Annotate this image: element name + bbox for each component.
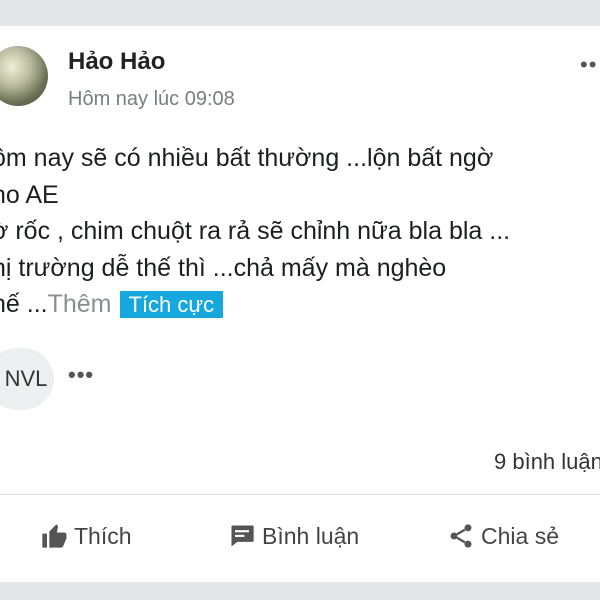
comment-icon [231,525,254,547]
tag-chip[interactable]: NVL [0,348,54,410]
comment-button[interactable]: Bình luận [228,522,359,550]
avatar[interactable] [0,46,48,106]
comment-label: Bình luận [262,522,360,549]
like-label: Thích [74,522,132,549]
post-body-last-line: hế ...Thêm Tích cực [0,286,600,324]
share-icon [450,524,472,548]
more-options-icon[interactable]: •• [580,52,597,78]
share-label: Chia sẻ [481,522,559,549]
topic-tag[interactable]: Tích cực [119,291,224,318]
share-button[interactable]: Chia sẻ [447,522,559,550]
comment-count[interactable]: 9 bình luận [494,449,600,475]
action-bar: Thích Bình luận Chia sẻ [0,496,600,582]
see-more-link[interactable]: Thêm [48,290,112,318]
author-name[interactable]: Hảo Hảo [68,48,165,76]
post-card: Hảo Hảo Hôm nay lúc 09:08 •• ôm nay sẽ c… [0,26,600,582]
post-body-line: hị trường dễ thế thì ...chả mấy mà nghèo [0,253,447,282]
more-tags-button[interactable]: ••• [68,362,94,388]
thumbs-up-icon [42,524,67,548]
post-body-line: hế ... [0,290,48,318]
post-body: ôm nay sẽ có nhiều bất thường ...lộn bất… [0,140,600,324]
divider [0,494,600,495]
post-body-line: ờ rốc , chim chuột ra rả sẽ chỉnh nữa bl… [0,217,511,245]
post-body-line: ôm nay sẽ có nhiều bất thường ...lộn bất… [0,144,494,172]
post-timestamp[interactable]: Hôm nay lúc 09:08 [68,88,235,111]
post-body-line: ho AE [0,180,59,209]
like-button[interactable]: Thích [40,522,132,550]
tag-chip-label: NVL [4,366,48,391]
